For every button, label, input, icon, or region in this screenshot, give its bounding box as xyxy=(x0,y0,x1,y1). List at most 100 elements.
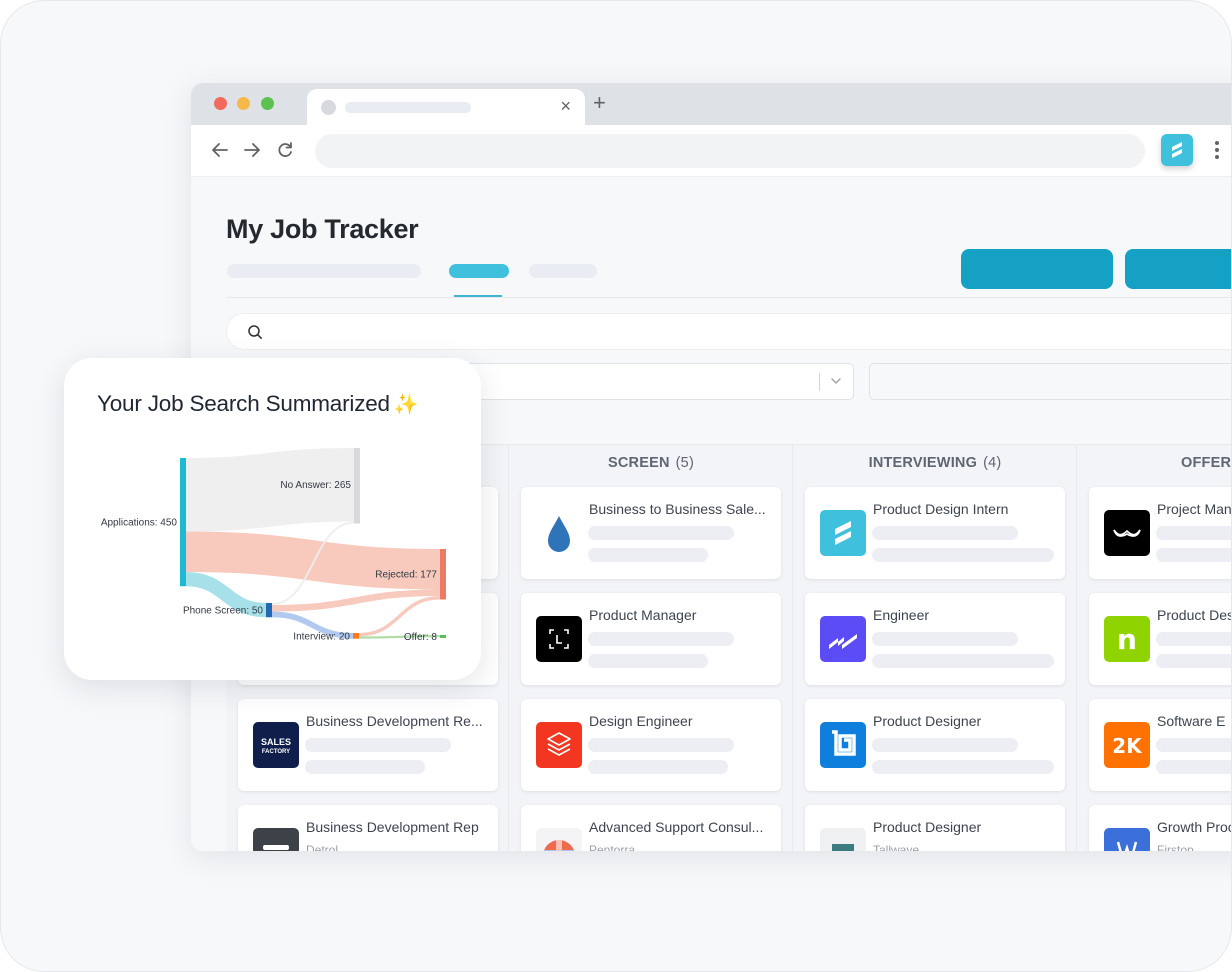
sankey-node-applications xyxy=(180,458,186,587)
company-name: Tallwave xyxy=(873,843,920,851)
w-logo xyxy=(1104,828,1150,851)
search-input[interactable] xyxy=(226,313,1231,350)
text-placeholder xyxy=(588,632,734,646)
sales-factory-logo: SALES FACTORY xyxy=(253,722,299,768)
sankey-node-phone_screen xyxy=(266,603,272,618)
job-tracker-extension-icon[interactable] xyxy=(1161,134,1193,166)
job-title: Engineer xyxy=(873,607,930,623)
text-placeholder xyxy=(305,760,425,774)
tab-placeholder-active[interactable] xyxy=(449,264,509,278)
text-placeholder xyxy=(872,654,1054,668)
job-title: Project Man xyxy=(1157,501,1232,517)
company-name: Pentorra xyxy=(589,843,636,851)
job-card[interactable]: Product Design Intern xyxy=(805,487,1065,579)
select-separator xyxy=(819,373,820,391)
s-stripes-logo xyxy=(820,510,866,556)
job-title: Advanced Support Consul... xyxy=(589,819,764,835)
text-placeholder xyxy=(1156,738,1231,752)
board-column-screen: SCREEN (5) Business to Business Sale... P… xyxy=(509,445,793,851)
secondary-filter[interactable] xyxy=(869,363,1231,400)
sankey-label-applications: Applications: 450 xyxy=(101,518,178,529)
job-card[interactable]: Product Designer Tallwave xyxy=(805,805,1065,851)
bracket-logo xyxy=(536,616,582,662)
job-title: Business Development Re... xyxy=(306,713,483,729)
primary-action-button[interactable] xyxy=(961,249,1113,289)
svg-text:FACTORY: FACTORY xyxy=(262,749,290,755)
company-name: Detrol xyxy=(306,843,339,851)
job-card[interactable]: 2K Software E xyxy=(1089,699,1231,791)
job-card[interactable]: Advanced Support Consul... Pentorra xyxy=(521,805,781,851)
address-bar[interactable] xyxy=(315,134,1145,168)
job-card[interactable]: Product Manager xyxy=(521,593,781,685)
svg-text:SALES: SALES xyxy=(261,737,291,747)
job-card[interactable]: Product Designer xyxy=(805,699,1065,791)
forward-arrow-icon[interactable] xyxy=(241,139,263,161)
job-card[interactable]: Design Engineer xyxy=(521,699,781,791)
text-placeholder xyxy=(1156,632,1231,646)
2k-logo: 2K xyxy=(1104,722,1150,768)
job-title: Product Designer xyxy=(873,819,982,835)
job-card[interactable]: Project Man xyxy=(1089,487,1232,579)
sankey-link-interview-to-rejected xyxy=(358,596,441,637)
page-title: My Job Tracker xyxy=(226,214,419,244)
text-placeholder xyxy=(1156,548,1231,562)
svg-text:2K: 2K xyxy=(1112,734,1143,758)
job-card[interactable]: Business Development Rep Detrol xyxy=(238,805,498,851)
job-title: Product Manager xyxy=(589,607,697,623)
job-title: Product Design Intern xyxy=(873,501,1009,517)
job-card[interactable]: Growth Proc Firstop xyxy=(1089,805,1231,851)
text-placeholder xyxy=(872,526,1018,540)
job-card[interactable]: n Product Des xyxy=(1089,593,1231,685)
column-header: SCREEN (5) xyxy=(608,455,694,471)
text-placeholder xyxy=(872,738,1018,752)
board-column-offer: OFFER Project Man n Product Des 2K Softw… xyxy=(1077,445,1232,851)
tab-title-placeholder xyxy=(345,102,471,113)
job-title: Design Engineer xyxy=(589,713,693,729)
square-logo xyxy=(820,722,866,768)
svg-text:n: n xyxy=(1117,623,1137,656)
gray-logo xyxy=(253,828,299,851)
sankey-node-offer xyxy=(440,635,446,638)
job-card[interactable]: Engineer xyxy=(805,593,1065,685)
job-title: Business to Business Sale... xyxy=(589,501,766,517)
text-placeholder xyxy=(588,760,728,774)
n-logo: n xyxy=(1104,616,1150,662)
minimize-window-button[interactable] xyxy=(237,97,250,110)
text-placeholder xyxy=(1156,526,1231,540)
active-tab-indicator xyxy=(454,295,502,297)
browser-tab[interactable]: × xyxy=(307,89,585,125)
sankey-node-rejected xyxy=(440,549,446,600)
search-icon xyxy=(248,325,262,339)
background-frame: × + My Job Tracker SALES FACTORY Busines… xyxy=(0,0,1232,972)
new-tab-button[interactable]: + xyxy=(593,91,606,115)
close-window-button[interactable] xyxy=(214,97,227,110)
job-card[interactable]: SALES FACTORY Business Development Re... xyxy=(238,699,498,791)
filter-select[interactable] xyxy=(421,363,854,400)
sankey-label-rejected: Rejected: 177 xyxy=(375,570,437,581)
close-tab-icon[interactable]: × xyxy=(560,96,571,116)
stack-logo xyxy=(536,722,582,768)
pattern-logo xyxy=(536,828,582,851)
tab-placeholder-3[interactable] xyxy=(529,264,597,278)
job-title: Software E xyxy=(1157,713,1226,729)
tab-placeholder-1[interactable] xyxy=(227,264,421,278)
job-card[interactable]: Business to Business Sale... xyxy=(521,487,781,579)
sankey-node-no_answer xyxy=(354,448,360,524)
favicon-icon xyxy=(321,100,336,115)
back-arrow-icon[interactable] xyxy=(209,139,231,161)
text-placeholder xyxy=(872,760,1054,774)
maximize-window-button[interactable] xyxy=(261,97,274,110)
chevron-down-icon[interactable] xyxy=(829,374,843,388)
wings-logo xyxy=(1104,510,1150,556)
reload-icon[interactable] xyxy=(274,139,296,161)
sankey-label-offer: Offer: 8 xyxy=(404,632,438,643)
company-name: Firstop xyxy=(1157,843,1194,851)
sankey-node-interview xyxy=(353,633,359,639)
tab-strip: × + xyxy=(191,83,1231,125)
text-placeholder xyxy=(872,548,1054,562)
text-placeholder xyxy=(588,738,734,752)
kebab-menu-icon[interactable] xyxy=(1213,139,1221,161)
secondary-action-button[interactable] xyxy=(1125,249,1231,289)
board-column-interviewing: INTERVIEWING (4) Product Design Intern En… xyxy=(793,445,1077,851)
column-header: OFFER xyxy=(1181,455,1232,471)
